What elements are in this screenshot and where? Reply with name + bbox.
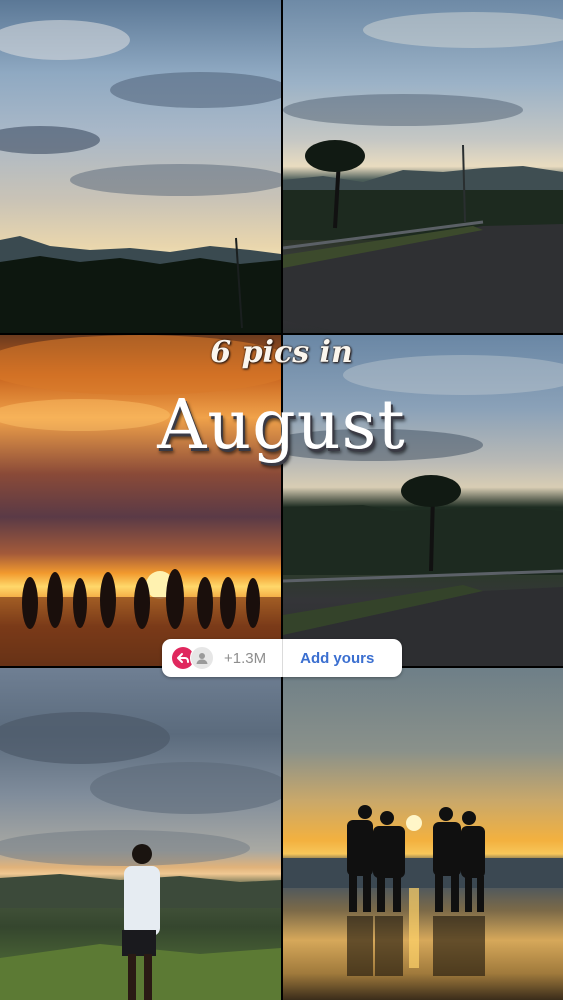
divider [282,639,284,677]
photo-grid [0,0,563,1000]
photo-road-palm-tree [283,0,563,333]
add-yours-button[interactable]: Add yours [300,650,374,667]
photo-road-palm-tree-2 [283,335,563,666]
photo-dancing-silhouettes-sunset [0,335,281,666]
photo-friends-beach-sunset [283,668,563,1000]
photo-cloudy-sky-mountains [0,0,281,333]
title-line-1: 6 pics in [210,335,353,370]
person-icon [190,646,214,670]
participant-count: +1.3M [224,649,267,667]
photo-person-on-hill [0,668,281,1000]
title-line-2: August [157,386,406,465]
add-yours-sticker[interactable]: +1.3M Add yours [162,639,402,677]
